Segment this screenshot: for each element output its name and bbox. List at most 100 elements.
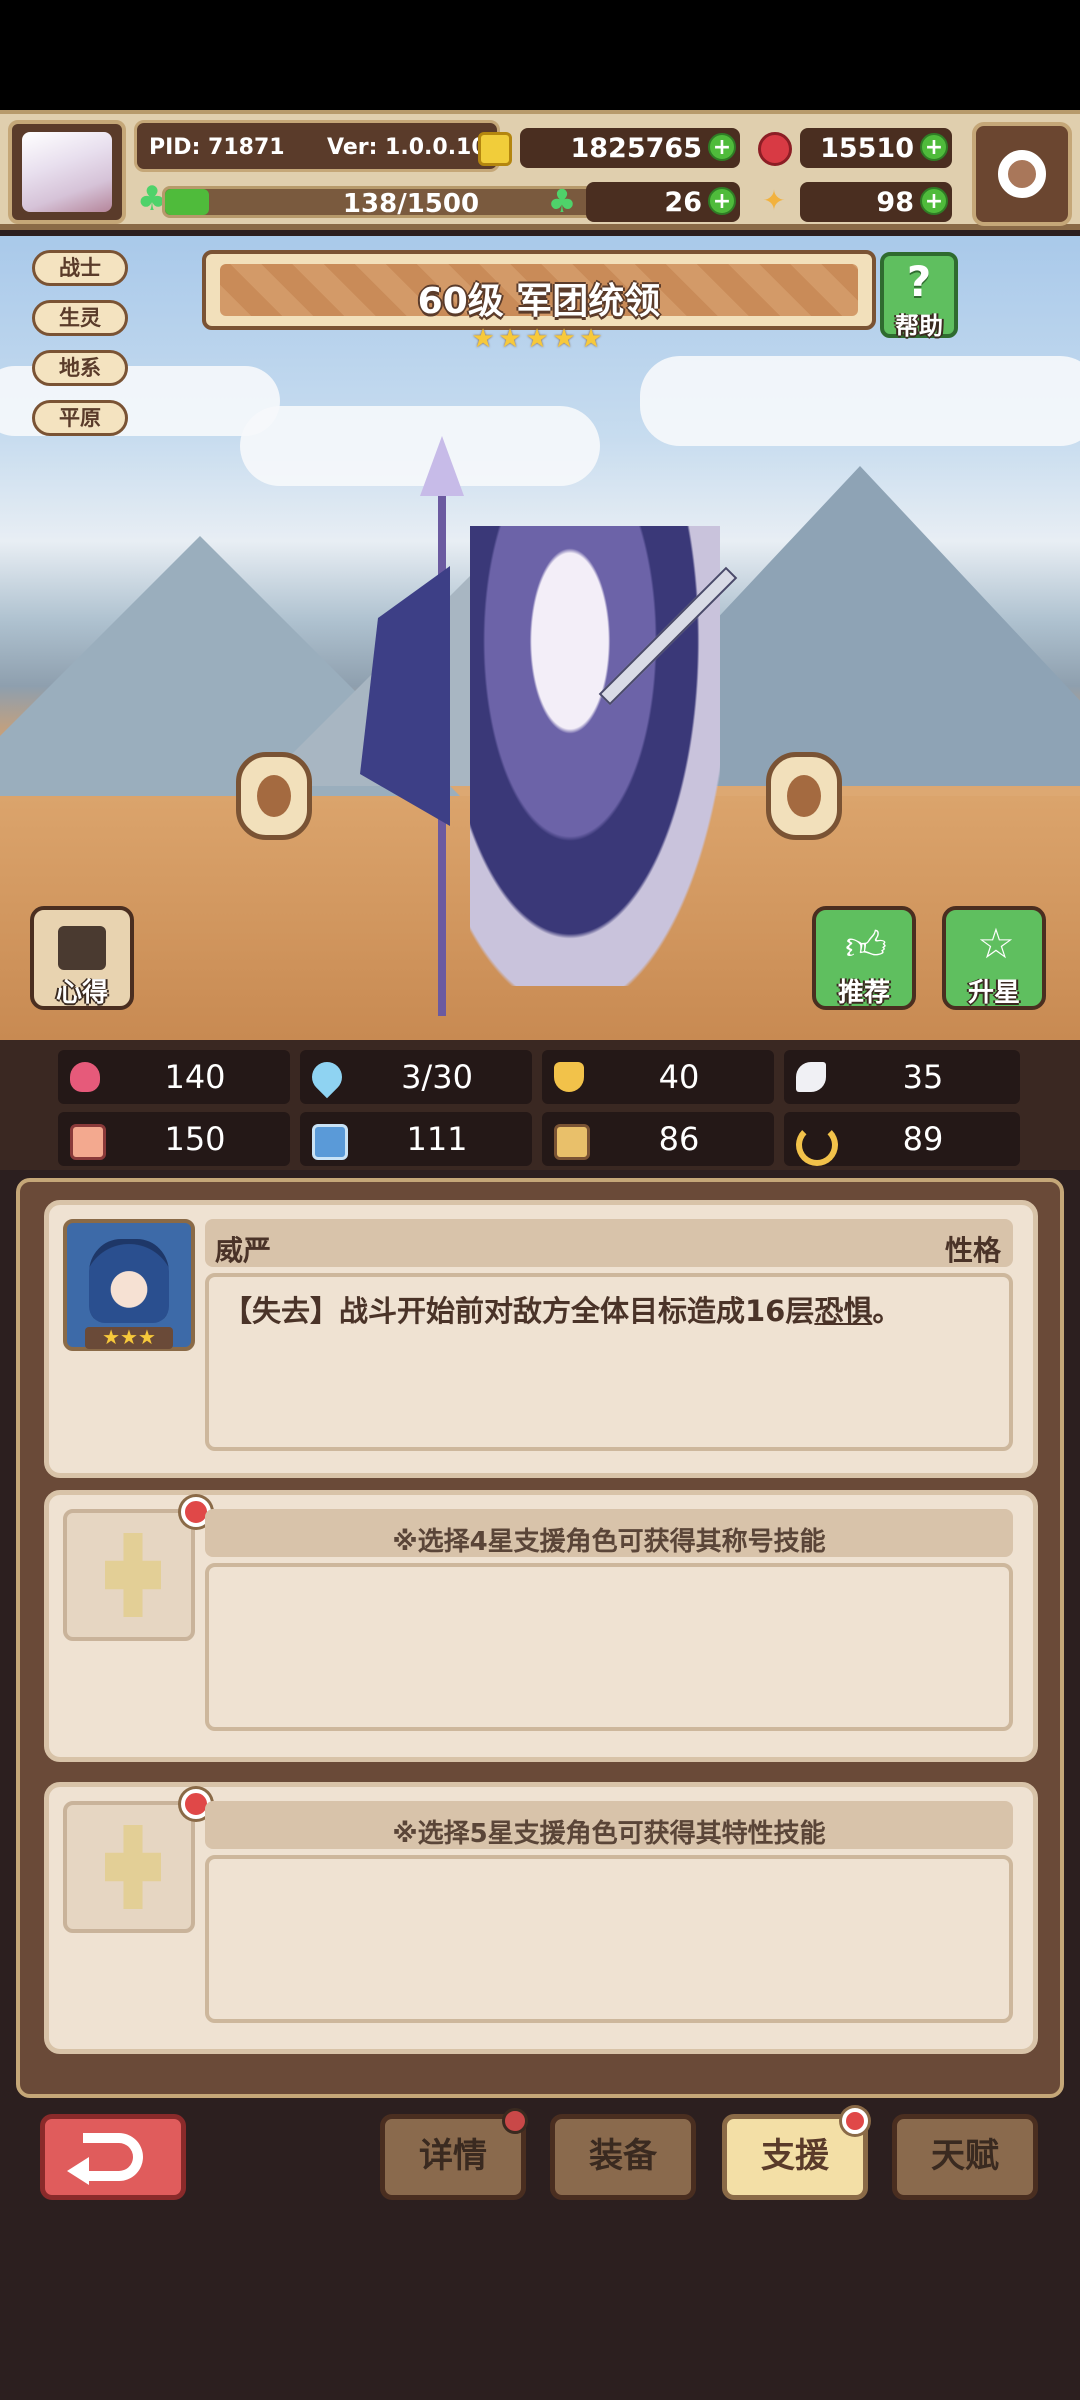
star-up-label: 升星: [967, 978, 1020, 1008]
slot-3-content-box: [205, 1855, 1013, 2023]
tag-plains[interactable]: 平原: [32, 400, 128, 436]
skill-header: 威严 性格: [205, 1219, 1013, 1267]
settings-button[interactable]: [972, 122, 1072, 226]
add-support-slot-2[interactable]: [63, 1509, 195, 1641]
clover-amount: 26: [664, 187, 702, 218]
star-icon: ★★★: [102, 1325, 156, 1349]
tab-support-notification: [842, 2108, 868, 2134]
gear-icon: [998, 150, 1046, 198]
tag-warrior[interactable]: 战士: [32, 250, 128, 286]
boot-icon: [554, 1124, 590, 1160]
exp-bar: ♣ 138/1500: [132, 180, 660, 224]
skill-name: 威严: [215, 1234, 272, 1267]
stat-agility: 86: [542, 1112, 774, 1166]
wing-icon: [796, 1062, 826, 1092]
knight-character[interactable]: [470, 526, 720, 986]
game-version: Ver: 1.0.0.10: [327, 135, 487, 160]
recommend-label: 推荐: [837, 978, 890, 1008]
previous-character-button[interactable]: [236, 752, 312, 840]
add-support-slot-3[interactable]: [63, 1801, 195, 1933]
exp-text: 138/1500: [342, 189, 480, 219]
add-clover-button[interactable]: +: [708, 187, 736, 215]
character-title-banner: 60级 军团统领: [202, 250, 876, 330]
add-bone-button[interactable]: +: [920, 187, 948, 215]
stat-agility-value: 86: [658, 1120, 700, 1158]
stat-hp: 140: [58, 1050, 290, 1104]
gold-amount: 1825765: [570, 133, 702, 164]
skill-category: 性格: [944, 1234, 1001, 1267]
tag-earth[interactable]: 地系: [32, 350, 128, 386]
return-arrow-icon: [83, 2133, 143, 2181]
horseshoe-icon: [796, 1124, 838, 1166]
stats-panel: 140 3/30 40 35 150 111 86 89: [0, 1040, 1080, 1170]
slot-3-hint: ※选择5星支援角色可获得其特性技能: [392, 1819, 826, 1849]
support-slot-1: ★★★ 威严 性格 【失去】战斗开始前对敌方全体目标造成16层恐惧。: [44, 1200, 1038, 1478]
question-mark-icon: ?: [906, 257, 932, 306]
red-gem-icon: [758, 132, 792, 166]
skill-description: 【失去】战斗开始前对敌方全体目标造成16层恐惧。: [223, 1291, 995, 1331]
star-icon: ★: [498, 324, 522, 354]
arrow-right-icon: [787, 775, 821, 817]
tab-details-notification: [502, 2108, 528, 2134]
support-panel: ★★★ 威严 性格 【失去】战斗开始前对敌方全体目标造成16层恐惧。 ※选择4星…: [16, 1178, 1064, 2098]
star-up-button[interactable]: ☆ 升星: [942, 906, 1046, 1010]
gem-amount: 15510: [820, 133, 914, 164]
clover-icon: ♣: [547, 182, 577, 220]
heart-icon: [70, 1062, 100, 1092]
stat-defense-value: 40: [658, 1058, 700, 1096]
gold-coin-icon: [478, 132, 512, 166]
stat-luck-value: 89: [902, 1120, 944, 1158]
return-arrow-head: [67, 2157, 89, 2185]
slot-2-hint: ※选择4星支援角色可获得其称号技能: [392, 1527, 826, 1557]
stat-defense: 40: [542, 1050, 774, 1104]
fist-icon: [70, 1124, 106, 1160]
stat-attack: 150: [58, 1112, 290, 1166]
star-icon: ★: [579, 324, 603, 354]
bone-bar: 98 +: [800, 182, 952, 222]
stat-hp-value: 140: [164, 1058, 226, 1096]
tag-creature[interactable]: 生灵: [32, 300, 128, 336]
slot-2-header: ※选择4星支援角色可获得其称号技能: [205, 1509, 1013, 1557]
status-bar: [0, 0, 1080, 110]
stat-magic-value: 111: [406, 1120, 468, 1158]
help-button[interactable]: ? 帮助: [880, 252, 958, 340]
recommend-button[interactable]: 👍︎ 推荐: [812, 906, 916, 1010]
stat-speed-value: 35: [902, 1058, 944, 1096]
skill-description-end: 。: [872, 1294, 902, 1328]
fear-keyword-link[interactable]: 恐惧: [814, 1294, 872, 1328]
stat-energy: 3/30: [300, 1050, 532, 1104]
support-slot-2: ※选择4星支援角色可获得其称号技能: [44, 1490, 1038, 1762]
star-icon: ★: [471, 324, 495, 354]
player-info-bar: PID: 71871 Ver: 1.0.0.10: [134, 120, 500, 172]
bone-icon: ✦: [762, 184, 786, 217]
slot-2-content-box: [205, 1563, 1013, 1731]
skill-description-box: 【失去】战斗开始前对敌方全体目标造成16层恐惧。: [205, 1273, 1013, 1451]
star-icon: ☆: [977, 919, 1015, 968]
insight-button[interactable]: 心得: [30, 906, 134, 1010]
add-gold-button[interactable]: +: [708, 133, 736, 161]
next-character-button[interactable]: [766, 752, 842, 840]
star-icon: ★: [525, 324, 549, 354]
add-gem-button[interactable]: +: [920, 133, 948, 161]
player-id: PID: 71871: [149, 135, 285, 160]
avatar-portrait: [22, 132, 112, 212]
support-character-avatar[interactable]: ★★★: [63, 1219, 195, 1351]
character-star-rating: ★ ★ ★ ★ ★: [470, 326, 610, 354]
skill-description-text: 【失去】战斗开始前对敌方全体目标造成16层: [223, 1294, 815, 1328]
help-label: 帮助: [895, 312, 943, 340]
tab-talent[interactable]: 天赋: [892, 2114, 1038, 2200]
support-slot-3: ※选择5星支援角色可获得其特性技能: [44, 1782, 1038, 2054]
insight-label: 心得: [55, 978, 108, 1008]
stat-luck: 89: [784, 1112, 1020, 1166]
plus-icon: [105, 1533, 161, 1617]
stat-magic: 111: [300, 1112, 532, 1166]
shield-icon: [554, 1062, 584, 1092]
scroll-icon: [58, 926, 106, 970]
player-avatar[interactable]: [8, 120, 126, 224]
cloud: [640, 356, 1080, 446]
tab-equipment[interactable]: 装备: [550, 2114, 696, 2200]
resource-header: PID: 71871 Ver: 1.0.0.10 1825765 + 15510…: [0, 110, 1080, 230]
gem-bar: 15510 +: [800, 128, 952, 168]
back-button[interactable]: [40, 2114, 186, 2200]
slot-3-header: ※选择5星支援角色可获得其特性技能: [205, 1801, 1013, 1849]
